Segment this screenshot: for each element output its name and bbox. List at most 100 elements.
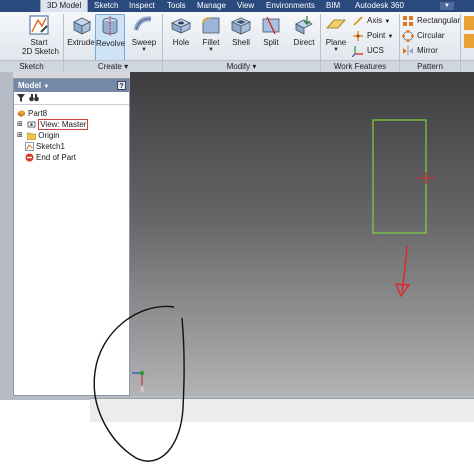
ribbon-tab-bar: 3D Model Sketch Inspect Tools Manage Vie…	[0, 0, 474, 12]
rectangular-pattern-button[interactable]: Rectangular	[402, 14, 460, 28]
start-sketch-label-1: Start	[30, 38, 48, 47]
tree-item-label: Sketch1	[36, 142, 65, 151]
triad-x-label: X	[140, 387, 145, 394]
plane-button[interactable]: Plane ▼	[324, 14, 348, 64]
create-panel-label[interactable]: Create ▾	[64, 60, 162, 72]
tab-sketch[interactable]: Sketch	[94, 0, 118, 12]
overflow-tool-icon[interactable]	[464, 16, 474, 30]
overflow-panel-label	[461, 60, 474, 72]
tab-bim[interactable]: BIM	[326, 0, 340, 12]
shell-label: Shell	[232, 38, 250, 47]
circular-pattern-button[interactable]: Circular	[402, 29, 445, 43]
split-icon	[262, 16, 280, 35]
model-browser: Model ▼ ? Part8 ⊞ View: Master ⊞ Origin …	[13, 78, 130, 396]
tab-environments[interactable]: Environments	[266, 0, 315, 12]
extrude-icon	[73, 17, 91, 35]
sketch-panel-label[interactable]: Sketch	[0, 60, 63, 72]
mirror-button[interactable]: Mirror	[402, 44, 438, 58]
triad-z-label: Z	[130, 371, 131, 378]
inventor-window: 3D Model Sketch Inspect Tools Manage Vie…	[0, 0, 474, 400]
fillet-button[interactable]: Fillet ▼	[196, 14, 226, 64]
axis-label: Axis	[367, 16, 383, 25]
axis-icon	[353, 16, 363, 26]
tab-tools[interactable]: Tools	[167, 0, 186, 12]
rectangular-pattern-icon	[403, 15, 413, 26]
direct-label: Direct	[293, 38, 315, 47]
shell-icon	[231, 17, 251, 35]
tab-inspect[interactable]: Inspect	[129, 0, 155, 12]
plane-label: Plane	[325, 38, 347, 47]
expand-icon[interactable]: ⊞	[17, 119, 23, 130]
point-button[interactable]: Point ▼	[352, 29, 393, 43]
rectangular-label: Rectangular	[417, 16, 461, 25]
find-binoculars-icon[interactable]	[29, 94, 39, 102]
mirror-icon	[403, 45, 413, 56]
sketch-rectangle[interactable]	[372, 119, 427, 234]
start-2d-sketch-button[interactable]: Start 2D Sketch	[22, 14, 59, 64]
tab-3d-model[interactable]: 3D Model	[40, 0, 89, 12]
point-label: Point	[367, 31, 386, 40]
origin-triad-icon: Z X	[130, 370, 145, 394]
status-bar	[90, 398, 474, 422]
hole-label: Hole	[172, 38, 190, 47]
sketch-icon	[29, 15, 49, 35]
filter-icon[interactable]	[17, 94, 25, 102]
tab-manage[interactable]: Manage	[197, 0, 226, 12]
mirror-label: Mirror	[417, 46, 438, 55]
sweep-icon	[133, 16, 152, 31]
ucs-button[interactable]: UCS	[352, 44, 384, 58]
axis-button[interactable]: Axis ▼	[352, 14, 390, 28]
extrude-button[interactable]: Extrude	[66, 14, 96, 64]
browser-toolbar	[14, 92, 129, 105]
tree-item-sketch1[interactable]: Sketch1	[25, 141, 65, 152]
split-label: Split	[263, 38, 279, 47]
view-icon	[27, 121, 36, 128]
plane-dropdown-icon[interactable]: ▼	[324, 47, 348, 54]
hole-button[interactable]: Hole	[166, 14, 196, 64]
tree-item-label: End of Part	[36, 153, 77, 162]
tree-item-end-of-part[interactable]: End of Part	[25, 152, 76, 163]
tree-item-part[interactable]: Part8	[17, 108, 47, 119]
hole-icon	[171, 18, 191, 34]
ribbon: Start 2D Sketch Extrude Revolve Sweep ▼ …	[0, 12, 474, 72]
overflow-tool-icon[interactable]	[464, 34, 474, 48]
part-icon	[18, 110, 25, 118]
ribbon-options-icon[interactable]: ▼	[440, 2, 454, 10]
tree-item-label: Origin	[38, 131, 60, 140]
tree-item-label: Part8	[28, 109, 48, 118]
browser-header[interactable]: Model ▼ ?	[14, 79, 129, 92]
revolve-icon	[102, 16, 118, 36]
ucs-label: UCS	[367, 46, 384, 55]
end-of-part-icon	[25, 153, 34, 162]
tree-item-label: View: Master	[38, 119, 89, 130]
fillet-icon	[202, 17, 220, 34]
expand-icon[interactable]: ⊞	[17, 130, 23, 141]
sketch-center-point-icon	[417, 172, 435, 184]
point-icon	[353, 30, 363, 41]
sketch-icon	[25, 142, 34, 152]
tab-view[interactable]: View	[237, 0, 254, 12]
sweep-dropdown-icon[interactable]: ▼	[130, 47, 158, 54]
fillet-label: Fillet	[202, 38, 220, 47]
window-frame	[0, 72, 13, 398]
direct-edit-icon	[295, 16, 313, 35]
revolve-button[interactable]: Revolve	[95, 14, 125, 64]
circular-label: Circular	[417, 31, 445, 40]
graphics-viewport[interactable]: Z X	[130, 72, 474, 398]
work-features-panel-label[interactable]: Work Features	[321, 60, 399, 72]
modify-panel-label[interactable]: Modify ▾	[163, 60, 320, 72]
fillet-dropdown-icon[interactable]: ▼	[196, 47, 226, 54]
direct-button[interactable]: Direct	[289, 14, 319, 64]
circular-pattern-icon	[402, 29, 414, 42]
revolve-label: Revolve	[96, 39, 125, 48]
sweep-button[interactable]: Sweep ▼	[130, 14, 158, 64]
help-icon[interactable]: ?	[117, 81, 126, 90]
browser-title-dropdown-icon[interactable]: ▼	[43, 84, 49, 90]
pattern-panel-label[interactable]: Pattern	[400, 60, 460, 72]
tab-autodesk-360[interactable]: Autodesk 360	[355, 0, 404, 12]
tree-item-origin[interactable]: ⊞ Origin	[17, 130, 60, 141]
split-button[interactable]: Split	[256, 14, 286, 64]
tree-item-view-master[interactable]: ⊞ View: Master	[17, 119, 89, 130]
shell-button[interactable]: Shell	[226, 14, 256, 64]
browser-title: Model	[18, 81, 42, 90]
